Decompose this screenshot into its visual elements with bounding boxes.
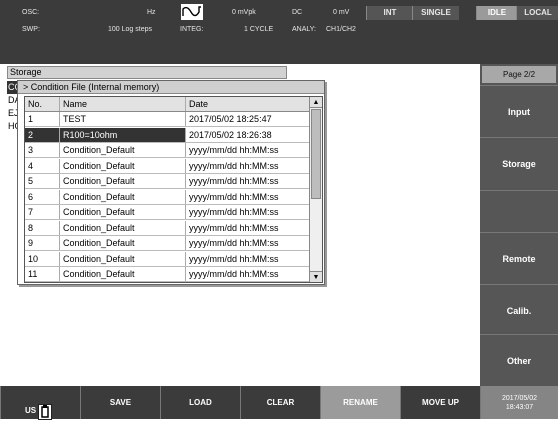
clear-button[interactable]: CLEAR (240, 386, 320, 419)
usb-memory-icon (38, 404, 52, 420)
analy-value: CH1/CH2 (326, 26, 356, 33)
bottom-softkey-bar: US SAVE LOAD CLEAR RENAME MOVE UP 2017/0… (0, 386, 558, 420)
file-name: Condition_Default (60, 220, 186, 235)
row-number: 3 (25, 143, 60, 157)
load-button[interactable]: LOAD (160, 386, 240, 419)
sine-wave-icon (181, 4, 203, 20)
row-number: 2 (25, 127, 60, 142)
remote-key[interactable]: Remote (480, 232, 558, 285)
table-row[interactable]: 4 Condition_Default yyyy/mm/dd hh:MM:ss (25, 158, 309, 174)
dc-label: DC (292, 9, 303, 16)
dialog-title: > Condition File (Internal memory) (18, 81, 324, 94)
row-number: 4 (25, 158, 60, 173)
file-name: TEST (60, 112, 186, 126)
file-date: yyyy/mm/dd hh:MM:ss (189, 269, 279, 279)
swp-label: SWP: (22, 26, 40, 33)
table-row[interactable]: 11 Condition_Default yyyy/mm/dd hh:MM:ss (25, 267, 309, 282)
file-date: yyyy/mm/dd hh:MM:ss (189, 191, 279, 202)
file-date: yyyy/mm/dd hh:MM:ss (189, 238, 279, 248)
condition-file-dialog: > Condition File (Internal memory) No. N… (17, 80, 325, 285)
int-button[interactable]: INT (366, 6, 413, 20)
input-key[interactable]: Input (480, 85, 558, 138)
file-date: yyyy/mm/dd hh:MM:ss (189, 222, 279, 233)
row-number: 1 (25, 112, 60, 126)
clock-display: 2017/05/02 18:43:07 (480, 386, 558, 419)
file-name: Condition_Default (60, 189, 186, 204)
triangle-up-icon[interactable]: ▲ (310, 97, 322, 108)
file-name: Condition_Default (60, 158, 186, 173)
file-name: Condition_Default (60, 143, 186, 157)
page-indicator: Page 2/2 (482, 66, 556, 83)
file-date: yyyy/mm/dd hh:MM:ss (189, 145, 279, 155)
save-button[interactable]: SAVE (80, 386, 160, 419)
row-number: 9 (25, 236, 60, 250)
scrollbar-thumb[interactable] (311, 109, 321, 199)
row-number: 6 (25, 189, 60, 204)
local-button[interactable]: LOCAL (516, 6, 558, 20)
row-number: 10 (25, 251, 60, 266)
file-date: yyyy/mm/dd hh:MM:ss (189, 176, 279, 186)
table-row[interactable]: 8 Condition_Default yyyy/mm/dd hh:MM:ss (25, 220, 309, 236)
clock-time: 18:43:07 (505, 403, 534, 411)
table-row[interactable]: 1 TEST 2017/05/02 18:25:47 (25, 112, 309, 127)
file-name: Condition_Default (60, 205, 186, 219)
file-date: 2017/05/02 18:26:38 (189, 129, 272, 140)
file-date: 2017/05/02 18:25:47 (189, 114, 272, 124)
integ-label: INTEG: (180, 26, 204, 33)
dc-value: 0 mV (333, 9, 350, 16)
file-name: Condition_Default (60, 236, 186, 250)
file-date: yyyy/mm/dd hh:MM:ss (189, 253, 279, 264)
table-row[interactable]: 7 Condition_Default yyyy/mm/dd hh:MM:ss (25, 205, 309, 220)
storage-title: Storage (7, 66, 287, 79)
file-name: Condition_Default (60, 174, 186, 188)
integ-value: 1 CYCLE (244, 26, 274, 33)
osc-amplitude: 0 mVpk (232, 9, 256, 16)
analy-label: ANALY: (292, 26, 316, 33)
column-header-no: No. (25, 97, 60, 111)
triangle-down-icon[interactable]: ▼ (310, 271, 322, 282)
column-header-name: Name (60, 97, 186, 111)
table-header: No. Name Date (25, 97, 309, 112)
condition-file-table: No. Name Date 1 TEST 2017/05/02 18:25:47 2 R… (24, 96, 323, 283)
status-bar: OSC: Hz 0 mVpk DC 0 mV SWP: 100 Log step… (0, 0, 558, 64)
rename-button[interactable]: RENAME (320, 386, 400, 419)
table-row[interactable]: 10 Condition_Default yyyy/mm/dd hh:MM:ss (25, 251, 309, 267)
clock-date: 2017/05/02 (501, 394, 538, 402)
storage-key[interactable]: Storage (480, 137, 558, 190)
file-name: Condition_Default (60, 251, 186, 266)
function-key-panel: Page 2/2 Input Storage Remote Calib. Oth… (480, 64, 558, 386)
file-name: R100=10ohm (60, 127, 186, 142)
table-row[interactable]: 9 Condition_Default yyyy/mm/dd hh:MM:ss (25, 236, 309, 251)
other-key[interactable]: Other (480, 334, 558, 387)
file-name: Condition_Default (60, 267, 186, 281)
row-number: 7 (25, 205, 60, 219)
calib-key[interactable]: Calib. (480, 284, 558, 337)
file-date: yyyy/mm/dd hh:MM:ss (189, 207, 279, 217)
single-button[interactable]: SINGLE (412, 6, 459, 20)
row-number: 11 (25, 267, 60, 281)
file-date: yyyy/mm/dd hh:MM:ss (189, 160, 279, 171)
usb-label: US (25, 406, 37, 415)
table-row[interactable]: 5 Condition_Default yyyy/mm/dd hh:MM:ss (25, 174, 309, 189)
column-header-date: Date (189, 99, 209, 109)
swp-value: 100 Log steps (108, 26, 152, 33)
idle-button[interactable]: IDLE (476, 6, 517, 20)
osc-label: OSC: (22, 9, 40, 16)
row-number: 5 (25, 174, 60, 188)
table-row[interactable]: 6 Condition_Default yyyy/mm/dd hh:MM:ss (25, 189, 309, 205)
scrollbar[interactable]: ▲ ▼ (309, 97, 322, 282)
table-row[interactable]: 2 R100=10ohm 2017/05/02 18:26:38 (25, 127, 309, 143)
move-up-button[interactable]: MOVE UP (400, 386, 480, 419)
osc-frequency-unit: Hz (147, 9, 156, 16)
row-number: 8 (25, 220, 60, 235)
table-row[interactable]: 3 Condition_Default yyyy/mm/dd hh:MM:ss (25, 143, 309, 158)
